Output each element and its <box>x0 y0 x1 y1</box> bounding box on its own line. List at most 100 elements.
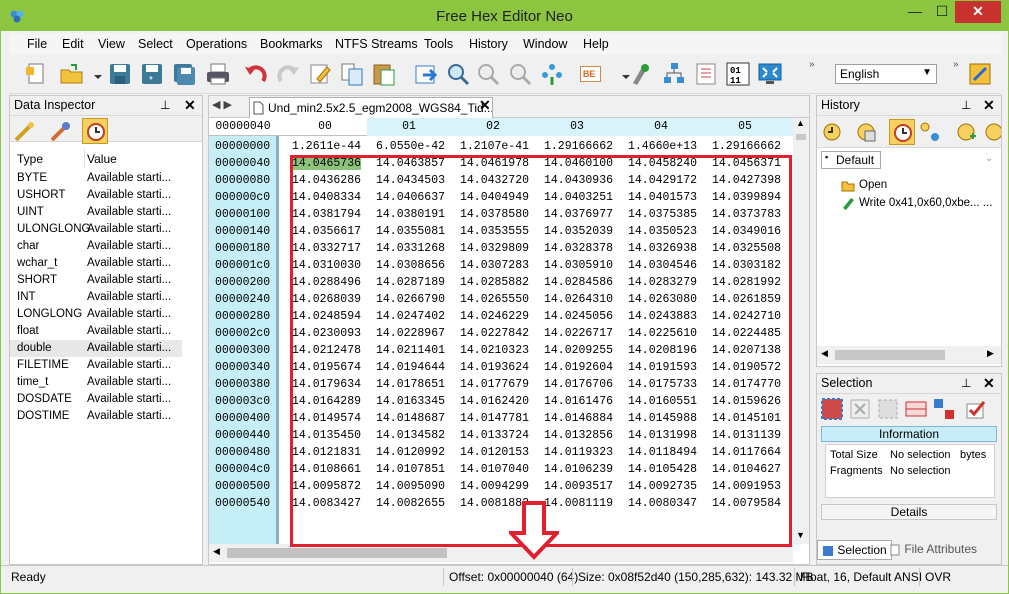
data-cell[interactable]: 14.0081882 <box>460 497 529 510</box>
data-cell[interactable]: 14.0179634 <box>292 378 361 391</box>
data-cell[interactable]: 14.0243883 <box>628 310 697 323</box>
select-pattern-icon[interactable] <box>539 61 565 87</box>
select-all-icon[interactable] <box>819 396 845 422</box>
copy-icon[interactable] <box>339 61 365 87</box>
minimize-button[interactable]: — <box>901 1 929 23</box>
redo-icon[interactable] <box>275 61 301 87</box>
data-cell[interactable]: 14.0308656 <box>376 259 445 272</box>
inspector-row-double[interactable]: double Available starti... <box>10 340 182 357</box>
inspector-row-byte[interactable]: BYTE Available starti... <box>10 170 182 187</box>
inspector-settings-icon[interactable] <box>12 118 38 144</box>
data-cell[interactable]: 14.0107851 <box>376 463 445 476</box>
data-cell[interactable]: 14.0408334 <box>292 191 361 204</box>
data-cell[interactable]: 14.0246229 <box>460 310 529 323</box>
row-address[interactable]: 00000440 <box>215 429 270 442</box>
close-icon[interactable]: ✕ <box>983 97 995 114</box>
bookmarks-icon[interactable] <box>693 61 719 87</box>
data-cell[interactable]: 14.0226717 <box>544 327 613 340</box>
data-cell[interactable]: 14.0192604 <box>544 361 613 374</box>
data-cell[interactable]: 14.0429172 <box>628 174 697 187</box>
data-cell[interactable]: 14.0132856 <box>544 429 613 442</box>
column-header-type[interactable]: Type <box>17 152 43 166</box>
selected-cell[interactable]: 14.0465736 <box>292 157 362 170</box>
data-cell[interactable]: 14.0350523 <box>628 225 697 238</box>
menu-file[interactable]: File <box>27 37 47 51</box>
inspector-row-ulonglong[interactable]: ULONGLONG Available starti... <box>10 221 182 238</box>
data-cell[interactable]: 14.0092735 <box>628 480 697 493</box>
data-cell[interactable]: 14.0149574 <box>292 412 361 425</box>
data-cell[interactable]: 14.0456371 <box>712 157 781 170</box>
inspector-row-dosdate[interactable]: DOSDATE Available starti... <box>10 391 182 408</box>
data-cell[interactable]: 14.0177679 <box>460 378 529 391</box>
row-address[interactable]: 00000240 <box>215 293 270 306</box>
toolbar-overflow-icon[interactable]: » <box>809 59 815 70</box>
row-address[interactable]: 00000480 <box>215 446 270 459</box>
row-address[interactable]: 000004c0 <box>215 463 270 476</box>
data-cell[interactable]: 14.0310030 <box>292 259 361 272</box>
scroll-up-icon[interactable]: ▲ <box>796 118 805 128</box>
data-cell[interactable]: 14.0325508 <box>712 242 781 255</box>
menu-bookmarks[interactable]: Bookmarks <box>260 37 323 51</box>
row-address[interactable]: 00000080 <box>215 174 270 187</box>
data-cell[interactable]: 14.0095872 <box>292 480 361 493</box>
scroll-right-icon[interactable]: ▶ <box>987 348 994 359</box>
inspector-edit-icon[interactable] <box>48 118 74 144</box>
data-cell[interactable]: 14.0081119 <box>544 497 613 510</box>
data-cell[interactable]: 14.0285882 <box>460 276 529 289</box>
data-cell[interactable]: 14.0287189 <box>376 276 445 289</box>
data-cell[interactable]: 14.0247402 <box>376 310 445 323</box>
data-cell[interactable]: 14.0353555 <box>460 225 529 238</box>
tab-close-icon[interactable]: ✕ <box>479 97 491 114</box>
data-cell[interactable]: 14.0135450 <box>292 429 361 442</box>
data-cell[interactable]: 14.0248594 <box>292 310 361 323</box>
tab-selection[interactable]: Selection <box>817 540 892 560</box>
data-cell[interactable]: 6.0550e-42 <box>376 140 445 153</box>
invert-selection-icon[interactable] <box>875 396 901 422</box>
data-cell[interactable]: 14.0378580 <box>460 208 529 221</box>
toolbar-overflow-icon-2[interactable]: » <box>953 59 959 70</box>
data-cell[interactable]: 14.0146884 <box>544 412 613 425</box>
history-add-icon[interactable] <box>953 119 979 145</box>
chevron-down-icon[interactable]: ⌄ <box>985 153 993 164</box>
scroll-down-icon[interactable]: ▼ <box>796 530 805 540</box>
data-cell[interactable]: 14.0175733 <box>628 378 697 391</box>
details-section-header[interactable]: Details <box>821 504 997 520</box>
data-cell[interactable]: 14.0119323 <box>544 446 613 459</box>
data-cell[interactable]: 14.0463857 <box>376 157 445 170</box>
structure-viewer-icon[interactable] <box>661 61 687 87</box>
inspector-row-dostime[interactable]: DOSTIME Available starti... <box>10 408 182 425</box>
inspector-row-time-t[interactable]: time_t Available starti... <box>10 374 182 391</box>
data-cell[interactable]: 14.0147781 <box>460 412 529 425</box>
menu-tools[interactable]: Tools <box>424 37 453 51</box>
row-address[interactable]: 00000300 <box>215 344 270 357</box>
data-cell[interactable]: 14.0283279 <box>628 276 697 289</box>
data-cell[interactable]: 14.0131998 <box>628 429 697 442</box>
byte-order-dropdown-icon[interactable] <box>613 61 630 87</box>
pin-icon[interactable]: ⊥ <box>961 376 971 390</box>
data-cell[interactable]: 14.0458240 <box>628 157 697 170</box>
data-cell[interactable]: 14.0131139 <box>712 429 781 442</box>
print-icon[interactable] <box>205 61 231 87</box>
scroll-thumb[interactable] <box>796 134 806 140</box>
data-cell[interactable]: 14.0164289 <box>292 395 361 408</box>
data-cell[interactable]: 14.0230093 <box>292 327 361 340</box>
data-cell[interactable]: 14.0134582 <box>376 429 445 442</box>
data-cell[interactable]: 14.0108661 <box>292 463 361 476</box>
data-cell[interactable]: 14.0105428 <box>628 463 697 476</box>
history-item-write[interactable]: Write 0x41,0x60,0xbe... ... <box>859 197 992 209</box>
edit-properties-icon[interactable] <box>307 61 333 87</box>
save-all-icon[interactable] <box>171 61 197 87</box>
data-cell[interactable]: 14.0261859 <box>712 293 781 306</box>
menu-window[interactable]: Window <box>523 37 567 51</box>
data-cell[interactable]: 14.0093517 <box>544 480 613 493</box>
data-cell[interactable]: 14.0375385 <box>628 208 697 221</box>
pin-icon[interactable]: ⊥ <box>160 98 170 112</box>
pin-icon[interactable]: ⊥ <box>961 98 971 112</box>
data-cell[interactable]: 14.0328378 <box>544 242 613 255</box>
data-cell[interactable]: 14.0326938 <box>628 242 697 255</box>
row-address[interactable]: 000000c0 <box>215 191 270 204</box>
inspector-row-wchar-t[interactable]: wchar_t Available starti... <box>10 255 182 272</box>
new-file-icon[interactable] <box>23 61 49 87</box>
data-cell[interactable]: 14.0121831 <box>292 446 361 459</box>
open-dropdown-icon[interactable] <box>85 61 102 87</box>
